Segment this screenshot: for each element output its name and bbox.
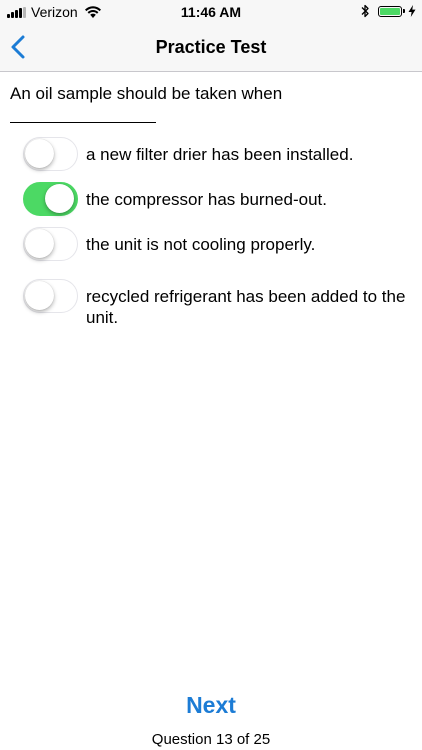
option-2[interactable]: the compressor has burned-out. [23,182,406,216]
option-2-label: the compressor has burned-out. [86,190,327,209]
toggle-knob [25,281,54,310]
charging-icon [408,5,416,17]
next-button[interactable]: Next [0,692,422,719]
toggle-knob [25,229,54,258]
status-bar: Verizon 11:46 AM [0,0,422,24]
option-1[interactable]: a new filter drier has been installed. [23,137,406,171]
status-bar-right [360,4,416,18]
option-3[interactable]: the unit is not cooling properly. [23,227,406,261]
battery-icon [378,5,402,17]
option-4-label: recycled refrigerant has been added to t… [86,287,406,327]
page-title: Practice Test [155,37,267,57]
option-4-toggle[interactable] [23,279,78,313]
question-progress: Question 13 of 25 [151,731,271,748]
bluetooth-icon [361,4,369,18]
option-1-toggle[interactable] [23,137,78,171]
question: An oil sample should be taken when [10,84,410,123]
battery-level-fill [380,7,400,15]
toggle-knob [25,139,54,168]
option-3-label: the unit is not cooling properly. [86,235,316,254]
battery-cap [403,9,405,13]
option-3-toggle[interactable] [23,227,78,261]
answer-blank [10,104,156,123]
toggle-knob [45,184,74,213]
option-4[interactable]: recycled refrigerant has been added to t… [23,279,406,328]
option-2-toggle[interactable] [23,182,78,216]
question-text: An oil sample should be taken when [10,84,283,103]
status-time: 11:46 AM [180,4,242,20]
nav-bar: Practice Test [0,24,422,72]
option-1-label: a new filter drier has been installed. [86,145,354,164]
